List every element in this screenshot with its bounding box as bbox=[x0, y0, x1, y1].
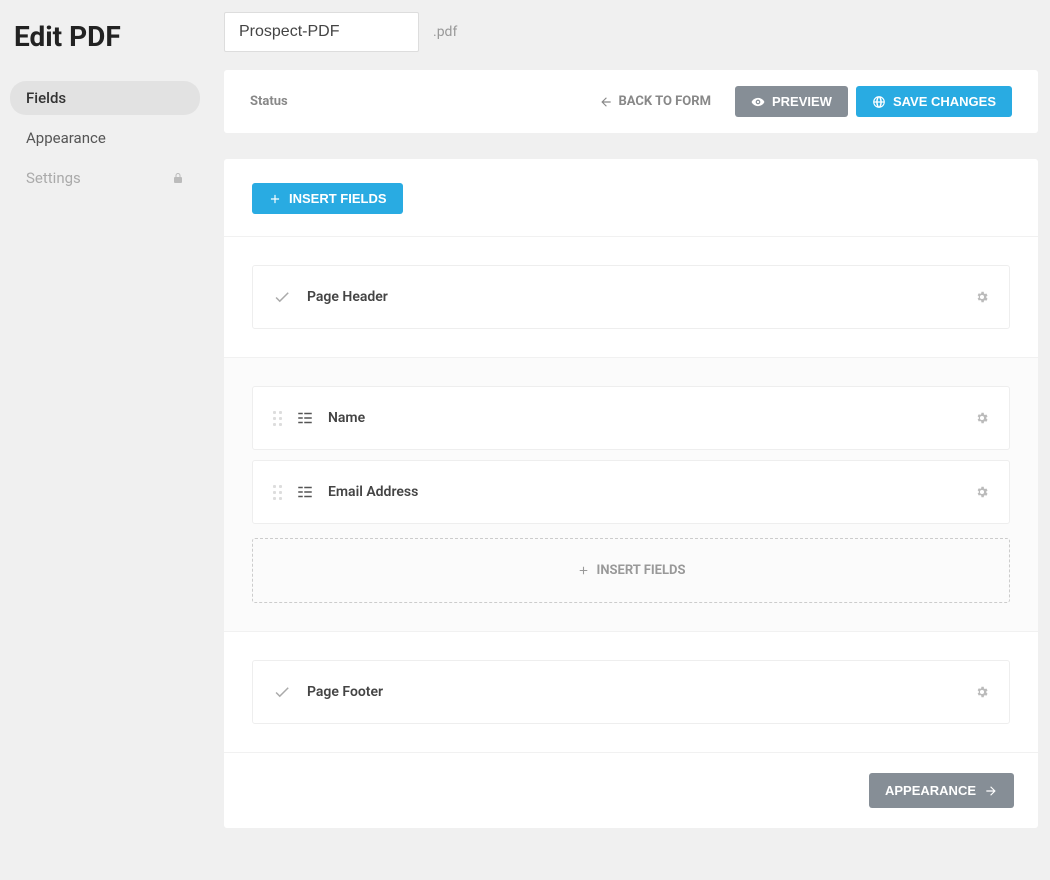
arrow-right-icon bbox=[984, 784, 998, 798]
eye-icon bbox=[751, 95, 765, 109]
lock-icon bbox=[172, 172, 184, 184]
filename-row: .pdf bbox=[224, 12, 1038, 52]
status-bar: Status BACK TO FORM PREVIEW SAVE CHANGES bbox=[224, 70, 1038, 133]
save-label: SAVE CHANGES bbox=[893, 94, 996, 109]
drag-handle-icon[interactable] bbox=[273, 485, 282, 500]
page-footer-row[interactable]: Page Footer bbox=[252, 660, 1010, 724]
field-label: Name bbox=[328, 410, 365, 426]
sidebar-item-label: Fields bbox=[26, 89, 66, 107]
page-header-panel: Page Header bbox=[224, 236, 1038, 357]
page-title: Edit PDF bbox=[10, 20, 200, 53]
appearance-button-label: APPEARANCE bbox=[885, 783, 976, 798]
filename-extension: .pdf bbox=[433, 24, 457, 40]
field-row-email[interactable]: Email Address bbox=[252, 460, 1010, 524]
main: .pdf Status BACK TO FORM PREVIEW SAVE CH… bbox=[210, 0, 1050, 880]
page-header-label: Page Header bbox=[307, 289, 388, 305]
text-field-icon bbox=[296, 483, 314, 501]
insert-top-area: INSERT FIELDS bbox=[224, 159, 1038, 236]
preview-label: PREVIEW bbox=[772, 94, 832, 109]
insert-fields-dropzone-label: INSERT FIELDS bbox=[597, 563, 686, 578]
plus-icon bbox=[268, 192, 282, 206]
gear-icon[interactable] bbox=[975, 290, 989, 304]
fields-panel: Name Email Address INSERT FIELDS bbox=[224, 357, 1038, 631]
page-header-row[interactable]: Page Header bbox=[252, 265, 1010, 329]
back-to-form-link[interactable]: BACK TO FORM bbox=[599, 94, 711, 109]
appearance-next-button[interactable]: APPEARANCE bbox=[869, 773, 1014, 808]
sidebar: Edit PDF Fields Appearance Settings bbox=[0, 0, 210, 880]
footer-actions: APPEARANCE bbox=[224, 752, 1038, 828]
sidebar-item-label: Settings bbox=[26, 169, 81, 187]
filename-input[interactable] bbox=[224, 12, 419, 52]
arrow-left-icon bbox=[599, 95, 613, 109]
sidebar-item-fields[interactable]: Fields bbox=[10, 81, 200, 115]
preview-button[interactable]: PREVIEW bbox=[735, 86, 848, 117]
status-label: Status bbox=[250, 94, 288, 109]
page-footer-panel: Page Footer bbox=[224, 631, 1038, 752]
gear-icon[interactable] bbox=[975, 411, 989, 425]
field-label: Email Address bbox=[328, 484, 418, 500]
sidebar-item-appearance[interactable]: Appearance bbox=[10, 121, 200, 155]
insert-fields-dropzone[interactable]: INSERT FIELDS bbox=[252, 538, 1010, 603]
plus-icon bbox=[577, 564, 590, 577]
gear-icon[interactable] bbox=[975, 485, 989, 499]
drag-handle-icon[interactable] bbox=[273, 411, 282, 426]
globe-icon bbox=[872, 95, 886, 109]
insert-fields-button[interactable]: INSERT FIELDS bbox=[252, 183, 403, 214]
save-changes-button[interactable]: SAVE CHANGES bbox=[856, 86, 1012, 117]
text-field-icon bbox=[296, 409, 314, 427]
fields-editor: INSERT FIELDS Page Header Name bbox=[224, 159, 1038, 828]
page-footer-label: Page Footer bbox=[307, 684, 383, 700]
sidebar-item-label: Appearance bbox=[26, 129, 106, 147]
check-icon bbox=[273, 288, 291, 306]
field-row-name[interactable]: Name bbox=[252, 386, 1010, 450]
check-icon bbox=[273, 683, 291, 701]
gear-icon[interactable] bbox=[975, 685, 989, 699]
back-label: BACK TO FORM bbox=[619, 94, 711, 109]
insert-fields-label: INSERT FIELDS bbox=[289, 191, 387, 206]
sidebar-item-settings: Settings bbox=[10, 161, 200, 195]
